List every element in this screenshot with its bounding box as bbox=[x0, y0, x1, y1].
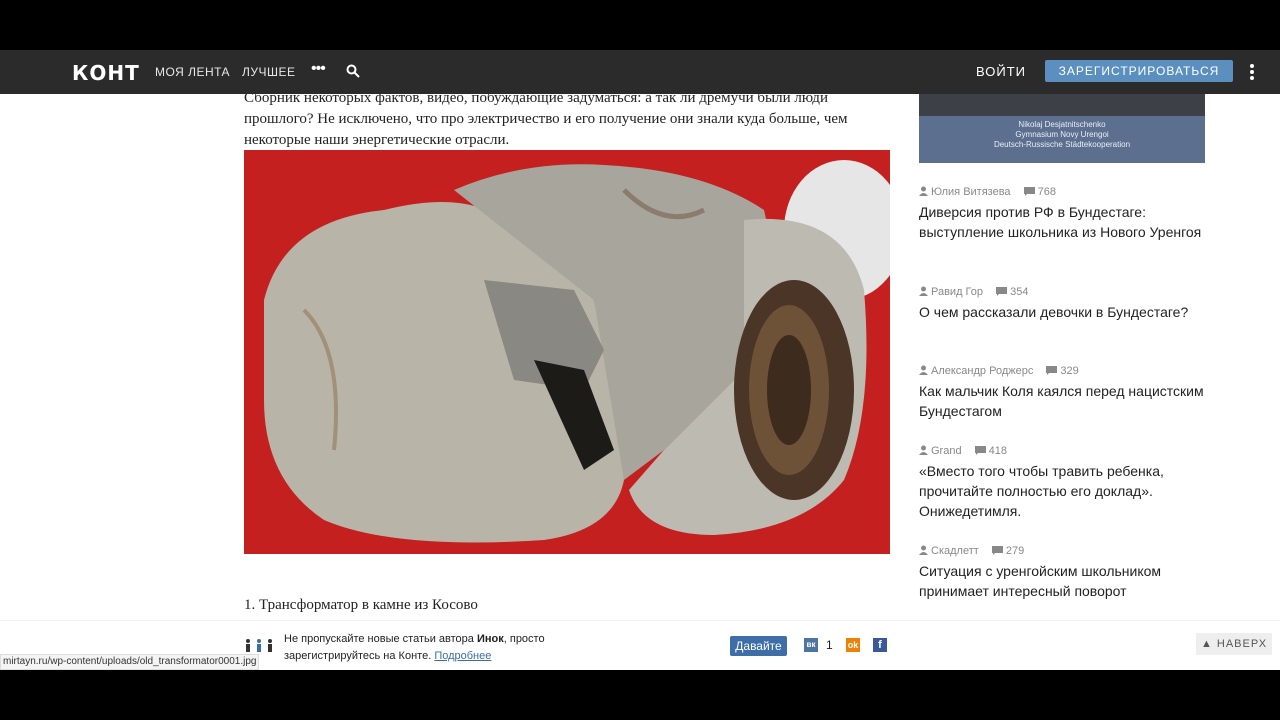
sidebar-item[interactable]: Юлия Витязева 768 Диверсия против РФ в Б… bbox=[919, 184, 1209, 242]
sidebar-item[interactable]: Равид Гор 354 О чем рассказали девочки в… bbox=[919, 284, 1209, 322]
kebab-icon[interactable] bbox=[1245, 62, 1259, 82]
sidebar-item[interactable]: Grand 418 «Вместо того чтобы травить реб… bbox=[919, 443, 1209, 521]
user-icon bbox=[919, 186, 928, 196]
login-link[interactable]: ВОЙТИ bbox=[976, 64, 1026, 79]
more-link[interactable]: Подробнее bbox=[434, 650, 491, 662]
item-comment-count: 768 bbox=[1037, 186, 1056, 198]
item-meta: Скадлетт 279 bbox=[919, 543, 1209, 559]
item-author[interactable]: Равид Гор bbox=[931, 286, 983, 298]
article-heading-1: 1. Трансформатор в камне из Косово bbox=[244, 597, 478, 613]
item-author[interactable]: Александр Роджерс bbox=[931, 365, 1033, 377]
sidebar-video-thumbnail[interactable]: Nikolaj Desjatnitschenko Gymnasium Novy … bbox=[919, 94, 1205, 163]
item-title[interactable]: Диверсия против РФ в Бундестаге: выступл… bbox=[919, 202, 1209, 242]
register-button[interactable]: ЗАРЕГИСТРИРОВАТЬСЯ bbox=[1045, 60, 1233, 82]
subscribe-text: Не пропускайте новые статьи автора Инок,… bbox=[284, 633, 545, 662]
item-author[interactable]: Grand bbox=[931, 445, 962, 457]
nav-link-best[interactable]: ЛУЧШЕЕ bbox=[242, 65, 296, 79]
people-icon bbox=[246, 639, 272, 652]
top-navbar: КОНТ МОЯ ЛЕНТА ЛУЧШЕЕ ••• ВОЙТИ ЗАРЕГИСТ… bbox=[0, 50, 1280, 94]
site-logo[interactable]: КОНТ bbox=[72, 61, 140, 85]
vk-icon[interactable]: вк bbox=[804, 638, 818, 652]
item-title[interactable]: Как мальчик Коля каялся перед нацистским… bbox=[919, 381, 1209, 421]
comment-icon bbox=[974, 446, 986, 455]
page: КОНТ МОЯ ЛЕНТА ЛУЧШЕЕ ••• ВОЙТИ ЗАРЕГИСТ… bbox=[0, 50, 1280, 670]
item-comment-count: 279 bbox=[1005, 545, 1025, 557]
nav-link-my-feed[interactable]: МОЯ ЛЕНТА bbox=[155, 65, 230, 79]
video-scene bbox=[919, 94, 1205, 116]
search-icon[interactable] bbox=[346, 64, 360, 78]
article-photo bbox=[244, 150, 890, 554]
user-icon bbox=[919, 545, 928, 555]
item-comment-count: 418 bbox=[988, 445, 1007, 457]
vk-share-count: 1 bbox=[826, 638, 833, 652]
subscribe-button[interactable]: Давайте bbox=[730, 636, 787, 656]
item-meta: Юлия Витязева 768 bbox=[919, 184, 1209, 200]
comment-icon bbox=[996, 287, 1008, 296]
item-author[interactable]: Скадлетт bbox=[931, 545, 979, 557]
article-intro: Сборник некоторых фактов, видео, побужда… bbox=[244, 90, 848, 148]
odnoklassniki-icon[interactable]: ok bbox=[846, 638, 860, 652]
status-url: mirtayn.ru/wp-content/uploads/old_transf… bbox=[0, 654, 260, 670]
author-name[interactable]: Инок bbox=[477, 633, 504, 645]
video-caption: Nikolaj Desjatnitschenko Gymnasium Novy … bbox=[993, 120, 1131, 149]
item-title[interactable]: Ситуация с уренгойским школьником приним… bbox=[919, 561, 1209, 601]
item-comment-count: 329 bbox=[1060, 365, 1079, 377]
facebook-icon[interactable]: f bbox=[873, 638, 887, 652]
sidebar-item[interactable]: Александр Роджерс 329 Как мальчик Коля к… bbox=[919, 363, 1209, 421]
item-meta: Равид Гор 354 bbox=[919, 284, 1209, 300]
item-meta: Александр Роджерс 329 bbox=[919, 363, 1209, 379]
user-icon bbox=[919, 286, 928, 296]
item-comment-count: 354 bbox=[1010, 286, 1029, 298]
item-title[interactable]: «Вместо того чтобы травить ребенка, проч… bbox=[919, 461, 1209, 521]
user-icon bbox=[919, 445, 928, 455]
sidebar-item[interactable]: Скадлетт 279 Ситуация с уренгойским школ… bbox=[919, 543, 1209, 601]
more-dots-icon[interactable]: ••• bbox=[311, 60, 326, 78]
comment-icon bbox=[1023, 187, 1035, 196]
item-author[interactable]: Юлия Витязева bbox=[931, 186, 1011, 198]
item-title[interactable]: О чем рассказали девочки в Бундестаге? bbox=[919, 302, 1209, 322]
item-meta: Grand 418 bbox=[919, 443, 1209, 459]
comment-icon bbox=[1046, 366, 1058, 375]
scroll-to-top-button[interactable]: ▲ НАВЕРХ bbox=[1196, 633, 1272, 655]
user-icon bbox=[919, 365, 928, 375]
comment-icon bbox=[991, 546, 1003, 555]
